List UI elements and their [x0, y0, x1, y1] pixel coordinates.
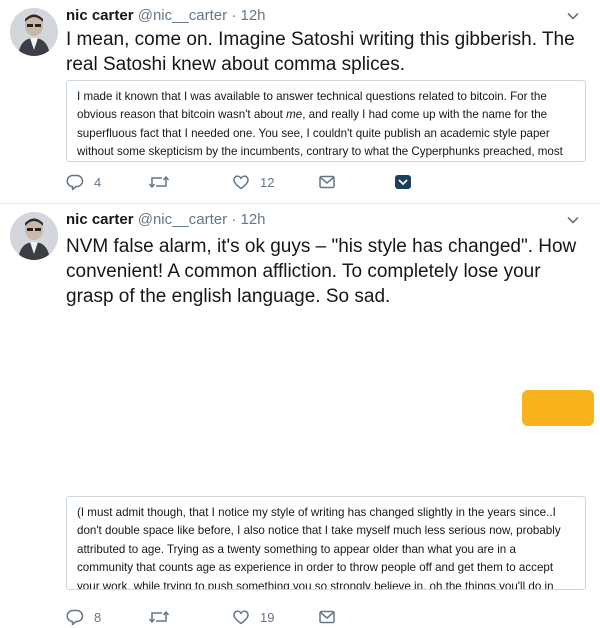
chevron-down-icon[interactable] — [566, 9, 580, 23]
quoted-text-image: I made it known that I was available to … — [66, 80, 586, 162]
reply-button[interactable]: 8 — [66, 606, 101, 628]
reply-icon — [66, 609, 84, 626]
reply-count: 4 — [94, 174, 102, 190]
reply-icon — [66, 174, 84, 191]
tweet-header: nic carter @nic__carter · 12h — [66, 6, 266, 26]
retweet-button[interactable] — [148, 171, 180, 193]
reply-button[interactable]: 4 — [66, 171, 101, 193]
avatar[interactable] — [10, 8, 58, 56]
tweet[interactable]: nic carter @nic__carter · 12h I mean, co… — [0, 0, 600, 203]
user-handle[interactable]: @nic__carter — [138, 211, 227, 228]
heart-icon — [233, 175, 249, 190]
user-handle[interactable]: @nic__carter — [138, 7, 227, 24]
timestamp[interactable]: 12h — [241, 211, 266, 228]
site-watermark-logo — [522, 390, 594, 426]
display-name[interactable]: nic carter — [66, 211, 134, 228]
avatar[interactable] — [10, 212, 58, 260]
like-count: 12 — [260, 174, 275, 190]
like-count: 19 — [260, 609, 275, 625]
like-button[interactable]: 19 — [232, 606, 274, 628]
quote-text: (I must admit though, that I notice my s… — [77, 506, 561, 590]
chevron-down-icon[interactable] — [566, 213, 580, 227]
tweet-text: NVM false alarm, it's ok guys – "his sty… — [66, 236, 577, 307]
retweet-button[interactable] — [148, 606, 180, 628]
heart-icon — [233, 610, 249, 625]
timestamp[interactable]: 12h — [241, 7, 266, 24]
quote-emphasis: me — [286, 108, 303, 122]
retweet-icon — [148, 175, 170, 189]
reply-count: 8 — [94, 609, 102, 625]
direct-message-icon — [319, 175, 335, 189]
retweet-icon — [148, 610, 170, 624]
like-button[interactable]: 12 — [232, 171, 274, 193]
message-button[interactable] — [318, 606, 336, 628]
tweet-text: I mean, come on. Imagine Satoshi writing… — [66, 29, 575, 75]
separator: · — [231, 211, 237, 228]
bookmark-button[interactable] — [394, 171, 412, 193]
direct-message-icon — [319, 610, 335, 624]
message-button[interactable] — [318, 171, 336, 193]
quoted-text-image: (I must admit though, that I notice my s… — [66, 496, 586, 590]
bookmark-icon — [395, 175, 411, 189]
display-name[interactable]: nic carter — [66, 7, 134, 24]
tweet[interactable]: nic carter @nic__carter · 12h NVM false … — [0, 204, 600, 626]
separator: · — [231, 7, 237, 24]
tweet-header: nic carter @nic__carter · 12h — [66, 210, 266, 230]
